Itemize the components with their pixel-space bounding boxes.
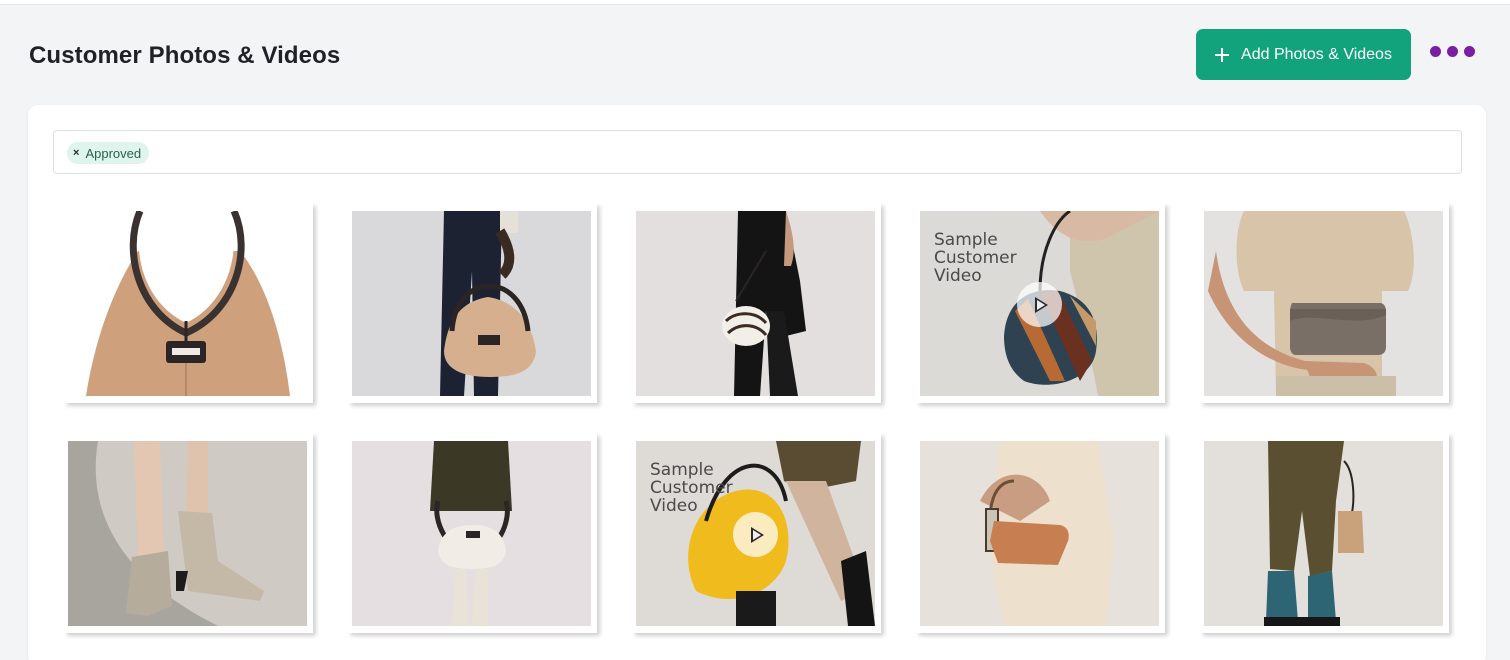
media-tile[interactable]: Sample Customer Video — [916, 203, 1165, 403]
media-tile[interactable] — [64, 203, 313, 403]
page-header: Customer Photos & Videos Add Photos & Vi… — [0, 5, 1510, 105]
media-tile[interactable] — [348, 203, 597, 403]
media-thumbnail — [352, 441, 591, 626]
more-dots-icon — [1464, 45, 1475, 57]
more-dots-icon — [1447, 45, 1458, 57]
media-thumbnail — [68, 211, 307, 396]
video-overlay-text: Sample Customer Video — [934, 230, 1017, 286]
page-title: Customer Photos & Videos — [29, 42, 341, 69]
media-thumbnail — [1204, 211, 1443, 396]
media-tile[interactable]: Sample Customer Video — [632, 433, 881, 633]
media-tile[interactable] — [632, 203, 881, 403]
media-thumbnail — [68, 441, 307, 626]
media-tile[interactable] — [348, 433, 597, 633]
plus-icon — [1215, 47, 1230, 62]
media-thumbnail — [352, 211, 591, 396]
media-thumbnail — [920, 441, 1159, 626]
more-dots-icon — [1430, 45, 1441, 57]
close-icon[interactable]: × — [73, 147, 79, 159]
filter-chip-approved[interactable]: × Approved — [67, 142, 150, 164]
media-thumbnail: Sample Customer Video — [920, 211, 1159, 396]
media-tile[interactable] — [916, 433, 1165, 633]
media-thumbnail — [636, 211, 875, 396]
play-icon[interactable] — [733, 512, 778, 557]
media-panel: × Approved Sample Customer Video Sample … — [28, 105, 1486, 660]
filter-chip-label: Approved — [85, 145, 142, 161]
video-overlay-text: Sample Customer Video — [650, 460, 733, 516]
filter-bar[interactable]: × Approved — [53, 130, 1462, 174]
media-tile[interactable] — [1200, 433, 1449, 633]
play-icon[interactable] — [1017, 282, 1062, 327]
more-options-button[interactable] — [1430, 43, 1480, 59]
add-photos-videos-button[interactable]: Add Photos & Videos — [1196, 29, 1411, 80]
media-tile[interactable] — [1200, 203, 1449, 403]
media-thumbnail: Sample Customer Video — [636, 441, 875, 626]
media-thumbnail — [1204, 441, 1443, 626]
add-photos-videos-label: Add Photos & Videos — [1241, 45, 1392, 63]
media-tile[interactable] — [64, 433, 313, 633]
